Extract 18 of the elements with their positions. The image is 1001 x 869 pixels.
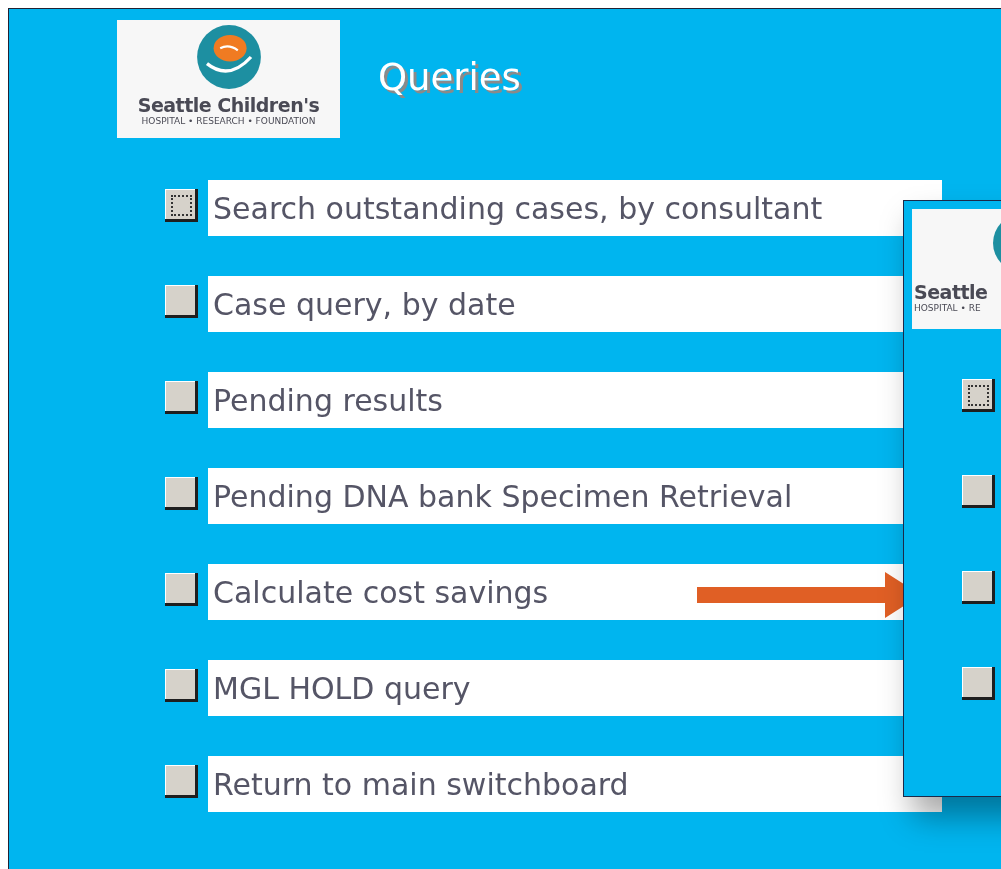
option-button[interactable] — [962, 379, 995, 412]
option-button[interactable] — [165, 285, 198, 318]
option-button[interactable] — [165, 765, 198, 798]
logo-tagline: HOSPITAL • RE — [914, 303, 981, 313]
option-button[interactable] — [962, 571, 995, 604]
form-title: Queries — [378, 55, 521, 99]
option-button[interactable] — [165, 381, 198, 414]
option-button[interactable] — [165, 477, 198, 510]
option-button[interactable] — [165, 669, 198, 702]
option-button[interactable] — [165, 189, 198, 222]
option-button[interactable] — [962, 475, 995, 508]
option-button[interactable] — [165, 573, 198, 606]
option-label: Search outstanding cases, by consultant — [208, 180, 942, 236]
option-button[interactable] — [962, 667, 995, 700]
option-label: Return to main switchboard — [208, 756, 942, 812]
logo-tagline: HOSPITAL • RESEARCH • FOUNDATION — [141, 116, 316, 126]
logo-name: Seattle Children's — [137, 94, 320, 116]
logo-name: Seattle — [914, 281, 988, 303]
